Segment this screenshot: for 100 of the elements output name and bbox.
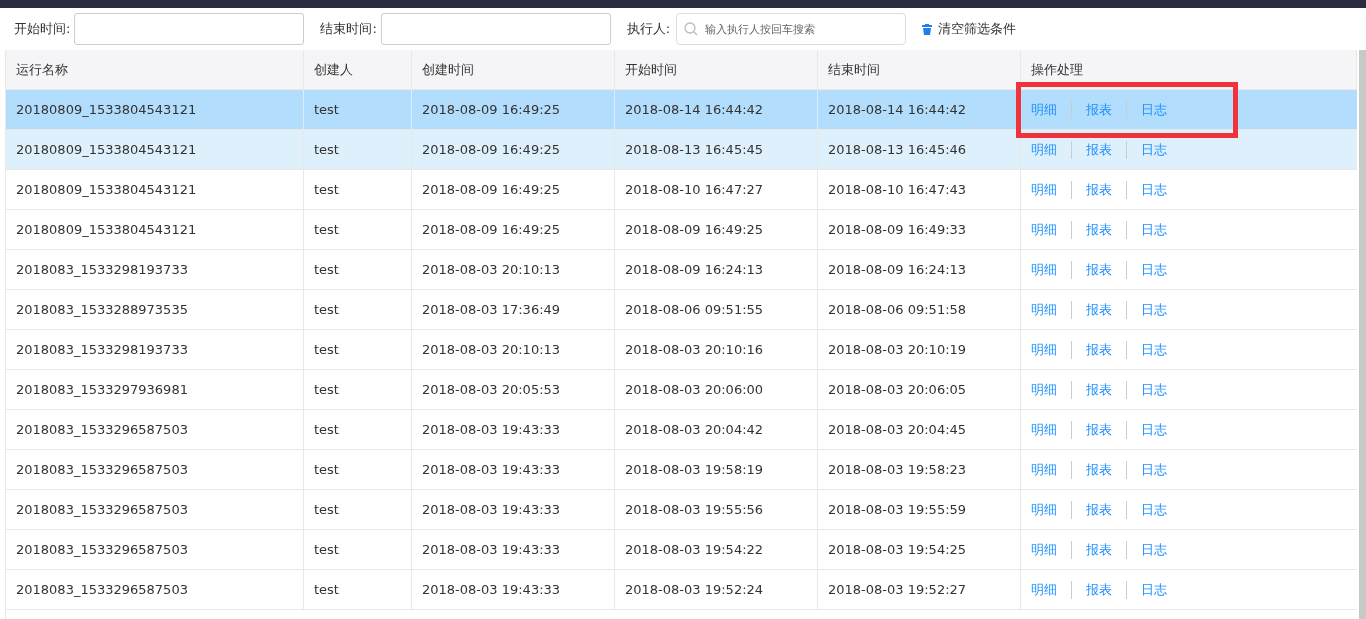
action-link[interactable]: 报表 — [1086, 539, 1112, 560]
table-cell-text: test — [314, 140, 339, 159]
table-row[interactable]: 2018083_1533288973535 test 2018-08-03 17:36:49 2018-08-06 09:51:55 2018-08-06 09:51:58 明细 报表 日志 — [6, 290, 1357, 330]
table-cell-text: 2018-08-09 16:49:25 — [422, 100, 561, 119]
table-row[interactable]: 20180809_1533804543121 test 2018-08-09 16:49:25 2018-08-14 16:44:42 2018-08-14 16:44:42 明细 报表 日志 — [6, 90, 1357, 130]
table-cell-text: test — [314, 340, 339, 359]
column-header: 结束时间 — [828, 60, 880, 79]
table-cell-text: 2018-08-03 20:05:53 — [422, 380, 561, 399]
action-link[interactable]: 明细 — [1031, 499, 1057, 520]
table-cell-text: 2018083_1533298193733 — [16, 260, 188, 279]
table-row[interactable]: 2018083_1533297936981 test 2018-08-03 20:05:53 2018-08-03 20:06:00 2018-08-03 20:06:05 明细 报表 日志 — [6, 370, 1357, 410]
action-link[interactable]: 报表 — [1086, 99, 1112, 120]
table-cell-text: 20180809_1533804543121 — [16, 180, 197, 199]
clear-filters-button[interactable]: 清空筛选条件 — [922, 19, 1017, 39]
action-link[interactable]: 日志 — [1141, 259, 1167, 280]
action-link[interactable]: 报表 — [1086, 299, 1112, 320]
table-cell-text: 2018-08-13 16:45:46 — [828, 140, 967, 159]
table-cell-text: 2018-08-03 20:10:13 — [422, 340, 561, 359]
table-cell-text: test — [314, 580, 339, 599]
table-cell-text: 2018-08-09 16:49:25 — [422, 140, 561, 159]
action-link[interactable]: 报表 — [1086, 139, 1112, 160]
column-header: 运行名称 — [16, 60, 68, 79]
action-link[interactable]: 日志 — [1141, 579, 1167, 600]
action-link[interactable]: 明细 — [1031, 219, 1057, 240]
action-link[interactable]: 日志 — [1141, 459, 1167, 480]
action-link[interactable]: 日志 — [1141, 339, 1167, 360]
table-cell-text: 2018-08-03 19:43:33 — [422, 580, 561, 599]
filter-label: 执行人: — [626, 20, 671, 39]
action-link[interactable]: 明细 — [1031, 259, 1057, 280]
table-row[interactable]: 20180809_1533804543121 test 2018-08-09 16:49:25 2018-08-09 16:49:25 2018-08-09 16:49:33 明细 报表 日志 — [6, 210, 1357, 250]
action-link[interactable]: 报表 — [1086, 499, 1112, 520]
action-link[interactable]: 日志 — [1141, 379, 1167, 400]
action-link[interactable]: 报表 — [1086, 179, 1112, 200]
action-link[interactable]: 明细 — [1031, 459, 1057, 480]
table-cell-text: 2018083_1533296587503 — [16, 580, 188, 599]
table-cell-text: 2018083_1533298193733 — [16, 340, 188, 359]
action-link[interactable]: 明细 — [1031, 379, 1057, 400]
column-header: 开始时间 — [625, 60, 677, 79]
table-cell-text: 2018083_1533288973535 — [16, 300, 188, 319]
table-row[interactable]: 2018083_1533296587503 test 2018-08-03 19:43:33 2018-08-03 19:55:56 2018-08-03 19:55:59 明细 报表 日志 — [6, 490, 1357, 530]
table-cell-text: 20180809_1533804543121 — [16, 140, 197, 159]
table-row[interactable]: 20180809_1533804543121 test 2018-08-09 16:49:25 2018-08-13 16:45:45 2018-08-13 16:45:46 明细 报表 日志 — [6, 130, 1357, 170]
action-link[interactable]: 明细 — [1031, 139, 1057, 160]
action-link[interactable]: 日志 — [1141, 499, 1167, 520]
action-link[interactable]: 明细 — [1031, 579, 1057, 600]
table-cell-text: 2018-08-14 16:44:42 — [828, 100, 967, 119]
table-cell-text: 2018-08-09 16:49:25 — [422, 180, 561, 199]
action-link[interactable]: 日志 — [1141, 139, 1167, 160]
table-row[interactable]: 2018083_1533296587503 test 2018-08-03 19:43:33 2018-08-03 19:52:24 2018-08-03 19:52:27 明细 报表 日志 — [6, 570, 1357, 610]
start-time-field[interactable] — [74, 13, 305, 45]
table-cell-text: 2018-08-14 16:44:42 — [625, 100, 764, 119]
action-link[interactable]: 日志 — [1141, 219, 1167, 240]
table-cell-text: test — [314, 220, 339, 239]
action-link[interactable]: 明细 — [1031, 299, 1057, 320]
action-link[interactable]: 报表 — [1086, 579, 1112, 600]
action-link[interactable]: 日志 — [1141, 419, 1167, 440]
table-row[interactable]: 2018083_1533296587503 test 2018-08-03 19:43:33 2018-08-03 19:54:22 2018-08-03 19:54:25 明细 报表 日志 — [6, 530, 1357, 570]
action-link[interactable]: 明细 — [1031, 539, 1057, 560]
filter-label: 开始时间: — [14, 20, 71, 39]
table-cell-text: test — [314, 260, 339, 279]
table-cell-text: 2018-08-06 09:51:58 — [828, 300, 967, 319]
action-link[interactable]: 报表 — [1086, 419, 1112, 440]
table-row[interactable]: 20180809_1533804543121 test 2018-08-09 16:49:25 2018-08-10 16:47:27 2018-08-10 16:47:43 明细 报表 日志 — [6, 170, 1357, 210]
table-cell-text: 2018-08-03 20:06:00 — [625, 380, 764, 399]
table-cell-text: 2018-08-03 20:04:42 — [625, 420, 764, 439]
table-cell-text: 20180809_1533804543121 — [16, 220, 197, 239]
table-row[interactable]: 2018083_1533298193733 test 2018-08-03 20:10:13 2018-08-09 16:24:13 2018-08-09 16:24:13 明细 报表 日志 — [6, 250, 1357, 290]
action-link[interactable]: 报表 — [1086, 219, 1112, 240]
table-cell-text: test — [314, 100, 339, 119]
executor-search-field[interactable]: 输入执行人按回车搜索 — [676, 13, 907, 45]
table-row[interactable]: 2018083_1533296587503 test 2018-08-03 19:43:33 2018-08-03 19:58:19 2018-08-03 19:58:23 明细 报表 日志 — [6, 450, 1357, 490]
action-link[interactable]: 报表 — [1086, 379, 1112, 400]
table-cell-text: test — [314, 420, 339, 439]
action-link[interactable]: 报表 — [1086, 259, 1112, 280]
action-link[interactable]: 日志 — [1141, 299, 1167, 320]
action-link[interactable]: 报表 — [1086, 459, 1112, 480]
action-link[interactable]: 日志 — [1141, 539, 1167, 560]
table-cell-text: 2018-08-03 20:10:16 — [625, 340, 764, 359]
table-cell-text: 2018-08-03 19:43:33 — [422, 500, 561, 519]
action-link[interactable]: 日志 — [1141, 99, 1167, 120]
table-cell-text: 2018-08-03 19:54:22 — [625, 540, 764, 559]
action-link[interactable]: 日志 — [1141, 179, 1167, 200]
column-header: 创建人 — [314, 60, 353, 79]
table-cell-text: 2018-08-03 19:58:23 — [828, 460, 967, 479]
table-cell-text: 2018-08-03 19:52:27 — [828, 580, 967, 599]
end-time-field[interactable] — [380, 13, 611, 45]
table-cell-text: 2018-08-03 20:10:13 — [422, 260, 561, 279]
table-cell-text: 2018-08-10 16:47:27 — [625, 180, 764, 199]
action-link[interactable]: 明细 — [1031, 99, 1057, 120]
action-link[interactable]: 报表 — [1086, 339, 1112, 360]
table-row[interactable]: 2018083_1533296587503 test 2018-08-03 19:43:33 2018-08-03 20:04:42 2018-08-03 20:04:45 明细 报表 日志 — [6, 410, 1357, 450]
table-cell-text: 2018-08-03 19:43:33 — [422, 460, 561, 479]
table-cell-text: test — [314, 300, 339, 319]
column-header: 创建时间 — [422, 60, 474, 79]
action-link[interactable]: 明细 — [1031, 419, 1057, 440]
table-cell-text: 2018083_1533297936981 — [16, 380, 188, 399]
table-cell-text: 2018-08-03 20:04:45 — [828, 420, 967, 439]
table-row[interactable]: 2018083_1533298193733 test 2018-08-03 20:10:13 2018-08-03 20:10:16 2018-08-03 20:10:19 明细 报表 日志 — [6, 330, 1357, 370]
action-link[interactable]: 明细 — [1031, 339, 1057, 360]
action-link[interactable]: 明细 — [1031, 179, 1057, 200]
